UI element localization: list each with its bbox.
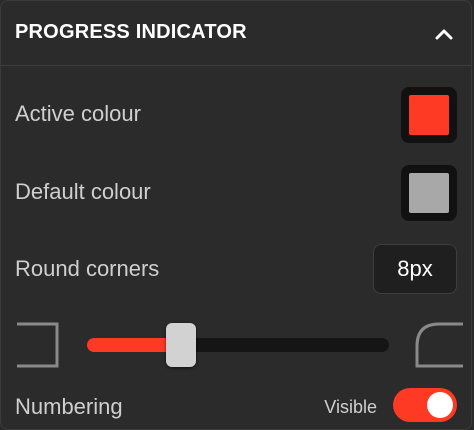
rounded-corner-icon [415,322,463,368]
round-corners-slider[interactable] [87,338,389,352]
chevron-up-icon[interactable] [431,21,457,47]
slider-thumb[interactable] [165,323,196,367]
active-colour-label: Active colour [15,101,141,126]
numbering-toggle[interactable] [393,388,457,422]
active-colour-swatch[interactable] [401,87,457,143]
progress-indicator-panel: PROGRESS INDICATOR Active colour Default… [0,0,472,430]
round-corners-label: Round corners [15,256,160,281]
section-header[interactable]: PROGRESS INDICATOR [1,1,471,66]
default-colour-preview [409,173,449,213]
round-corners-input[interactable]: 8px [373,244,457,294]
numbering-label: Numbering [15,394,123,419]
active-colour-preview [409,95,449,135]
toggle-knob [427,392,453,418]
numbering-state-label: Visible [324,397,377,417]
square-corner-icon [13,322,59,368]
section-title: PROGRESS INDICATOR [15,21,247,43]
default-colour-label: Default colour [15,179,151,204]
default-colour-swatch[interactable] [401,165,457,221]
